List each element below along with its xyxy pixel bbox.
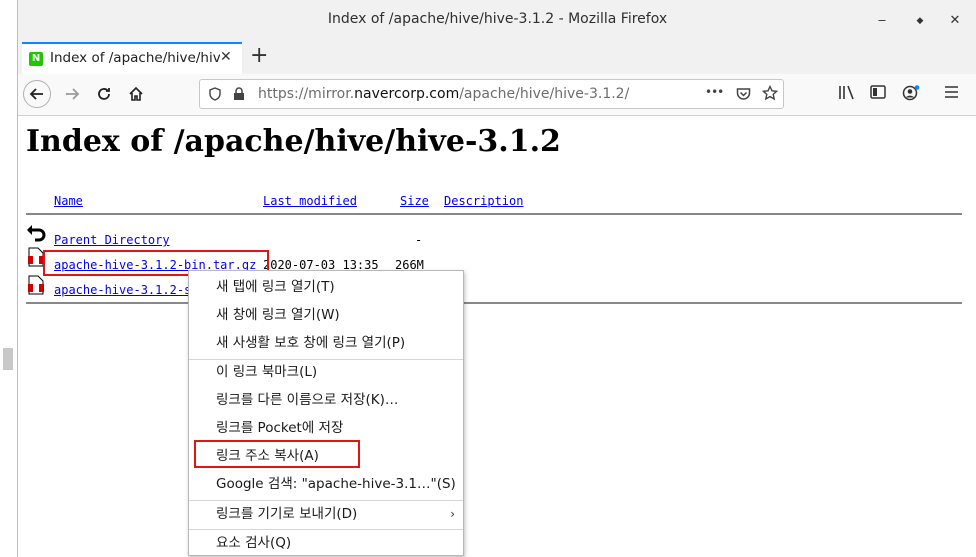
- bookmark-star-icon[interactable]: [761, 84, 779, 105]
- menu-save-link-as[interactable]: 링크를 다른 이름으로 저장(K)…: [189, 386, 463, 414]
- menu-item-label: 새 창에 링크 열기(W): [216, 307, 340, 323]
- compressed-file-icon-2: [28, 275, 44, 295]
- menu-open-in-new-window[interactable]: 새 창에 링크 열기(W): [189, 301, 463, 329]
- back-button[interactable]: [23, 80, 51, 108]
- tab-close-icon[interactable]: ✕: [220, 49, 232, 65]
- tab-index-of-hive[interactable]: N Index of /apache/hive/hive-3.1.2/ ✕: [22, 42, 242, 74]
- address-bar[interactable]: https://mirror.navercorp.com/apache/hive…: [199, 79, 784, 109]
- sort-by-last-modified-link[interactable]: Last modified: [263, 194, 357, 208]
- menu-send-link-to-device[interactable]: 링크를 기기로 보내기(D) ›: [189, 500, 463, 528]
- reload-button[interactable]: [90, 80, 118, 108]
- page-content: Index of /apache/hive/hive-3.1.2 Name La…: [18, 116, 976, 557]
- window-title: Index of /apache/hive/hive-3.1.2 - Mozil…: [327, 11, 668, 27]
- title-bar: Index of /apache/hive/hive-3.1.2 - Mozil…: [18, 0, 976, 43]
- menu-item-label: 이 링크 북마크(L): [216, 364, 318, 380]
- url-prefix: https://mirror.: [258, 86, 355, 102]
- menu-open-in-private-window[interactable]: 새 사생활 보호 창에 링크 열기(P): [189, 329, 463, 357]
- highlight-box-copy-link: [194, 440, 360, 468]
- menu-google-search[interactable]: Google 검색: "apache-hive-3.1…"(S): [189, 470, 463, 498]
- menu-item-label: 링크를 다른 이름으로 저장(K)…: [216, 392, 399, 408]
- background-scrollbar-thumb: [3, 348, 13, 370]
- pocket-icon[interactable]: [736, 87, 751, 105]
- back-arrow-icon: [29, 88, 43, 100]
- parent-directory-link[interactable]: Parent Directory: [54, 233, 170, 247]
- sidebar-icon[interactable]: [870, 85, 886, 104]
- naver-favicon-icon: N: [29, 52, 43, 66]
- footer-divider: [26, 302, 962, 304]
- menu-bookmark-link[interactable]: 이 링크 북마크(L): [189, 358, 463, 386]
- firefox-window: Index of /apache/hive/hive-3.1.2 - Mozil…: [17, 0, 976, 557]
- back-folder-icon: [26, 223, 46, 242]
- header-divider: [26, 213, 962, 215]
- navigation-toolbar: https://mirror.navercorp.com/apache/hive…: [18, 74, 976, 116]
- url-text[interactable]: https://mirror.navercorp.com/apache/hive…: [258, 86, 629, 102]
- account-icon[interactable]: [902, 85, 920, 105]
- sort-by-size-link[interactable]: Size: [400, 194, 429, 208]
- file-link-src[interactable]: apache-hive-3.1.2-s: [54, 283, 191, 297]
- menu-item-label: 새 탭에 링크 열기(T): [216, 279, 335, 295]
- compressed-file-icon: [28, 247, 44, 267]
- sort-by-description-link[interactable]: Description: [444, 194, 523, 208]
- minimize-icon[interactable]: ‒: [873, 12, 891, 30]
- hamburger-menu-icon[interactable]: [944, 85, 959, 103]
- menu-save-link-to-pocket[interactable]: 링크를 Pocket에 저장: [189, 414, 463, 442]
- parent-directory-size: -: [415, 233, 423, 247]
- menu-item-label: 새 사생활 보호 창에 링크 열기(P): [216, 335, 406, 351]
- url-host: navercorp.com: [354, 86, 460, 102]
- forward-arrow-icon: [66, 88, 80, 100]
- page-actions-more-icon[interactable]: •••: [705, 85, 724, 99]
- sort-by-name-link[interactable]: Name: [54, 194, 83, 208]
- maximize-icon[interactable]: ◆: [911, 12, 929, 30]
- tracking-protection-shield-icon[interactable]: [208, 87, 222, 105]
- menu-item-label: Google 검색: "apache-hive-3.1…"(S): [216, 476, 456, 492]
- page-title: Index of /apache/hive/hive-3.1.2: [26, 124, 561, 159]
- forward-button[interactable]: [58, 80, 86, 108]
- url-path: /apache/hive/hive-3.1.2/: [459, 86, 630, 102]
- menu-item-label: 링크를 기기로 보내기(D): [216, 506, 358, 522]
- tab-strip: N Index of /apache/hive/hive-3.1.2/ ✕ +: [18, 42, 976, 74]
- lock-icon[interactable]: [233, 87, 245, 105]
- menu-item-label: 링크를 Pocket에 저장: [216, 420, 344, 436]
- link-context-menu: 새 탭에 링크 열기(T) 새 창에 링크 열기(W) 새 사생활 보호 창에 …: [188, 270, 464, 556]
- new-tab-button[interactable]: +: [250, 44, 268, 68]
- tab-label: Index of /apache/hive/hive-3.1.2/: [50, 50, 220, 66]
- menu-inspect-element[interactable]: 요소 검사(Q): [189, 529, 463, 557]
- submenu-arrow-icon: ›: [450, 507, 455, 521]
- home-icon: [129, 86, 143, 101]
- home-button[interactable]: [122, 80, 150, 108]
- library-icon[interactable]: [838, 85, 855, 104]
- close-window-icon[interactable]: ✕: [946, 12, 964, 30]
- menu-item-label: 요소 검사(Q): [216, 535, 292, 551]
- menu-open-in-new-tab[interactable]: 새 탭에 링크 열기(T): [189, 273, 463, 301]
- background-window-edge: [0, 0, 17, 557]
- reload-icon: [98, 88, 110, 100]
